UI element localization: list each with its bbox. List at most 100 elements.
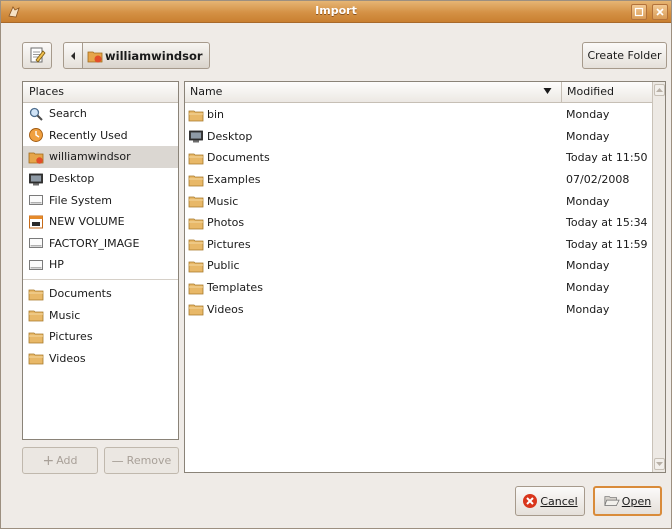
file-name-cell: Pictures	[188, 234, 251, 256]
file-name-cell: Music	[188, 190, 238, 212]
import-dialog: Import williamwindsor Create Folder Plac…	[0, 0, 672, 529]
file-row[interactable]: Photos Today at 15:34	[185, 212, 653, 234]
close-icon[interactable]	[652, 4, 668, 20]
add-bookmark-button: + Add	[22, 447, 98, 474]
file-modified: Today at 11:50	[566, 151, 648, 165]
file-modified: Today at 11:59	[566, 237, 648, 251]
place-item[interactable]: williamwindsor	[23, 146, 178, 168]
place-label: File System	[49, 193, 112, 207]
bookmark-item[interactable]: Music	[23, 304, 178, 326]
column-modified-label: Modified	[567, 85, 614, 98]
place-item[interactable]: Desktop	[23, 168, 178, 190]
place-label: FACTORY_IMAGE	[49, 236, 140, 250]
drive-icon	[29, 238, 43, 249]
file-name-cell: Public	[188, 255, 240, 277]
file-name-cell: Templates	[188, 277, 263, 299]
scroll-up-button[interactable]	[654, 84, 665, 96]
place-item[interactable]: Search	[23, 103, 178, 125]
place-item[interactable]: NEW VOLUME	[23, 211, 178, 233]
file-name: Examples	[207, 173, 261, 187]
column-name-label: Name	[190, 85, 223, 98]
desktop-icon	[29, 173, 43, 186]
file-row[interactable]: Templates Monday	[185, 277, 653, 299]
file-name: Photos	[207, 216, 245, 230]
file-row[interactable]: Desktop Monday	[185, 126, 653, 148]
open-label: Open	[621, 494, 652, 508]
cancel-button[interactable]: Cancel	[515, 486, 585, 516]
place-label: williamwindsor	[49, 150, 131, 164]
remove-bookmark-button: — Remove	[104, 447, 179, 474]
column-header-name[interactable]: Name	[185, 82, 562, 103]
column-header-modified[interactable]: Modified	[563, 82, 653, 103]
bookmark-label: Music	[49, 308, 81, 322]
remove-bookmark-label: Remove	[126, 454, 172, 467]
search-icon	[29, 107, 43, 121]
file-name: Public	[207, 259, 240, 273]
path-button-label: williamwindsor	[105, 48, 203, 63]
places-header[interactable]: Places	[23, 82, 178, 103]
file-modified: Monday	[566, 194, 610, 208]
file-row[interactable]: Pictures Today at 11:59	[185, 234, 653, 256]
file-row[interactable]: Documents Today at 11:50	[185, 147, 653, 169]
scroll-down-button[interactable]	[654, 458, 665, 470]
file-name: Documents	[207, 151, 270, 165]
bookmark-label: Documents	[49, 287, 112, 301]
drive-icon	[29, 195, 43, 206]
file-modified-cell: Monday	[566, 190, 609, 212]
folder-icon	[188, 261, 204, 273]
folder-icon	[188, 175, 204, 186]
file-modified-cell: Monday	[566, 126, 609, 148]
path-button-home[interactable]: williamwindsor	[83, 42, 210, 69]
bookmark-item[interactable]: Documents	[23, 283, 178, 305]
type-location-button[interactable]	[22, 42, 52, 69]
places-panel: Places Search Recently Used williamwindsor…	[22, 81, 179, 440]
file-list-header: Name Modified	[185, 82, 653, 103]
window-title: Import	[315, 4, 357, 17]
cancel-label: Cancel	[540, 494, 578, 508]
places-list: Search Recently Used williamwindsor Desktop…	[23, 103, 178, 369]
places-separator	[23, 278, 178, 280]
bookmark-item[interactable]: Videos	[23, 348, 178, 370]
file-row[interactable]: Public Monday	[185, 255, 653, 277]
folder-icon	[188, 110, 204, 122]
bookmark-item[interactable]: Pictures	[23, 326, 178, 348]
file-name-cell: Examples	[188, 169, 260, 191]
folder-icon	[188, 196, 204, 208]
file-modified: Monday	[566, 302, 610, 316]
place-label: Recently Used	[49, 128, 128, 142]
maximize-icon[interactable]	[631, 4, 647, 20]
file-modified-cell: 07/02/2008	[566, 169, 629, 191]
place-item[interactable]: FACTORY_IMAGE	[23, 233, 178, 255]
file-list: Name Modified bin Monday Desktop Monday Docu…	[184, 81, 666, 473]
place-item[interactable]: File System	[23, 189, 178, 211]
home-folder-icon	[28, 152, 44, 164]
title-bar[interactable]: Import	[1, 1, 671, 23]
desktop-icon	[189, 130, 203, 143]
file-modified: 07/02/2008	[566, 173, 630, 187]
places-header-label: Places	[29, 85, 64, 98]
drive-icon	[29, 260, 43, 270]
file-row[interactable]: bin Monday	[185, 104, 653, 126]
file-modified-cell: Today at 11:50	[566, 147, 648, 169]
file-row[interactable]: Music Monday	[185, 190, 653, 212]
vertical-scrollbar[interactable]	[652, 82, 665, 472]
folder-icon	[188, 304, 204, 316]
place-item[interactable]: Recently Used	[23, 125, 178, 147]
edit-icon	[30, 47, 46, 63]
place-item[interactable]: HP	[23, 254, 178, 276]
file-row[interactable]: Videos Monday	[185, 298, 653, 320]
scroll-left-button[interactable]	[63, 42, 83, 69]
file-modified: Monday	[566, 281, 610, 295]
remove-icon: —	[111, 453, 124, 468]
cancel-icon	[523, 494, 538, 508]
open-button[interactable]: Open	[593, 486, 662, 516]
file-row[interactable]: Examples 07/02/2008	[185, 169, 653, 191]
file-modified: Monday	[566, 129, 610, 143]
file-modified-cell: Monday	[566, 277, 609, 299]
place-label: Desktop	[49, 172, 95, 186]
file-name: bin	[207, 108, 225, 122]
open-folder-icon	[604, 496, 620, 506]
create-folder-button[interactable]: Create Folder	[582, 42, 667, 69]
home-folder-icon	[87, 51, 103, 62]
folder-icon	[28, 289, 44, 300]
